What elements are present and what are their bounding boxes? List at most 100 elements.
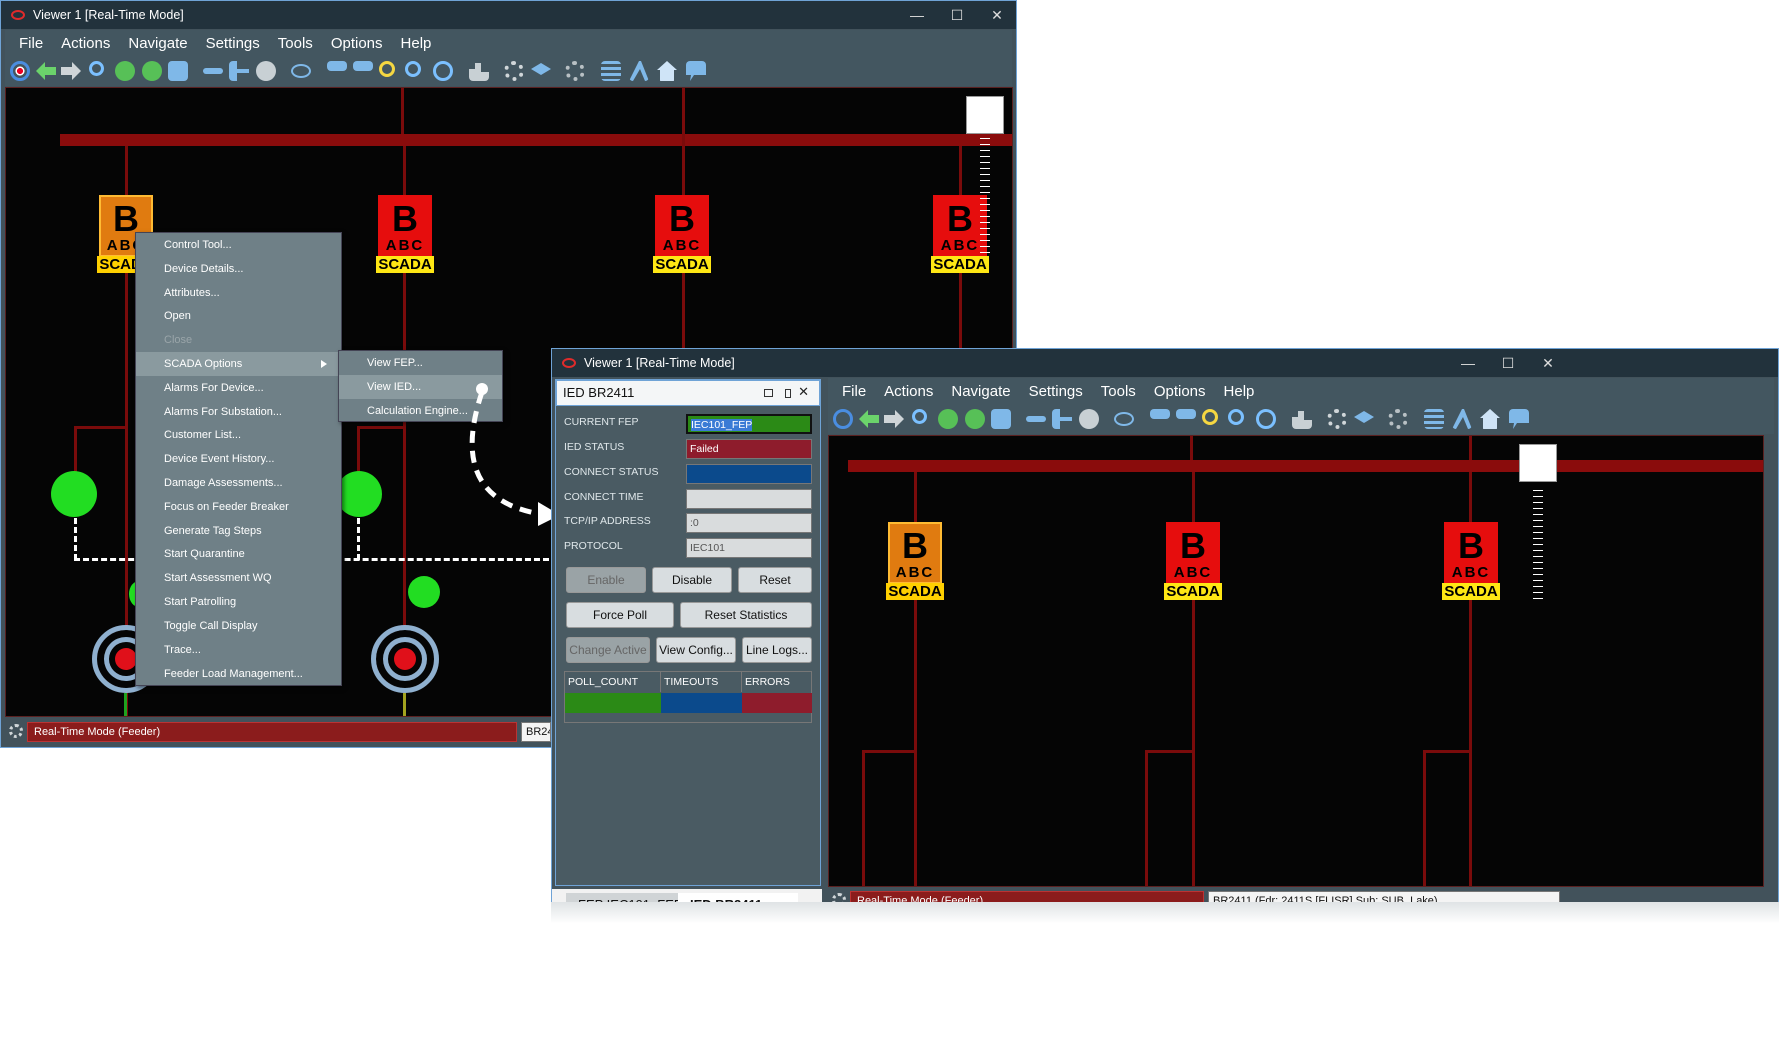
abc-refresh-icon[interactable] bbox=[433, 61, 453, 81]
home-icon[interactable] bbox=[657, 61, 677, 81]
menu-item-feeder-load[interactable]: Feeder Load Management... bbox=[136, 662, 341, 686]
target-icon[interactable] bbox=[833, 409, 853, 429]
chart-icon[interactable] bbox=[469, 63, 489, 81]
chart-icon[interactable] bbox=[1292, 411, 1312, 429]
menu-item-start-patrolling[interactable]: Start Patrolling bbox=[136, 590, 341, 614]
menu-file[interactable]: File bbox=[842, 383, 866, 400]
forward-arrow-icon[interactable] bbox=[61, 62, 81, 80]
menu-settings[interactable]: Settings bbox=[206, 35, 260, 52]
forward-arrow-icon[interactable] bbox=[884, 410, 904, 428]
pan-control[interactable] bbox=[966, 96, 1004, 134]
connect-icon[interactable] bbox=[1026, 416, 1046, 422]
switch-icon[interactable] bbox=[336, 471, 382, 517]
tree-icon[interactable] bbox=[229, 61, 249, 81]
zoom-out-icon[interactable] bbox=[405, 61, 421, 77]
switch-icon[interactable] bbox=[51, 471, 97, 517]
menu-item-toggle-call-display[interactable]: Toggle Call Display bbox=[136, 614, 341, 638]
force-poll-button[interactable]: Force Poll bbox=[566, 602, 674, 628]
menu-item-start-assessment[interactable]: Start Assessment WQ bbox=[136, 566, 341, 590]
status-gear-icon[interactable] bbox=[9, 724, 23, 738]
settings-gears-icon[interactable] bbox=[1388, 409, 1408, 429]
capacitor-icon[interactable] bbox=[408, 576, 440, 608]
menu-item-scada-options[interactable]: SCADA Options bbox=[136, 352, 341, 376]
substation-icon[interactable] bbox=[371, 625, 439, 693]
menu-item-trace[interactable]: Trace... bbox=[136, 638, 341, 662]
abc-refresh-icon[interactable] bbox=[1256, 409, 1276, 429]
menu-navigate[interactable]: Navigate bbox=[128, 35, 187, 52]
menu-settings[interactable]: Settings bbox=[1029, 383, 1083, 400]
abc-plus-icon[interactable] bbox=[1150, 409, 1170, 419]
gear-icon[interactable] bbox=[504, 61, 524, 81]
message-icon[interactable] bbox=[686, 61, 706, 81]
globe-remove-icon[interactable] bbox=[142, 61, 162, 81]
float-icon[interactable] bbox=[764, 389, 773, 397]
globe-remove-icon[interactable] bbox=[965, 409, 985, 429]
back-arrow-icon[interactable] bbox=[36, 62, 56, 80]
close-icon[interactable]: ✕ bbox=[977, 1, 1017, 29]
breaker[interactable]: B ABC SCADA bbox=[376, 195, 434, 273]
menu-actions[interactable]: Actions bbox=[61, 35, 110, 52]
breaker[interactable]: B ABC SCADA bbox=[1442, 522, 1500, 600]
connect-icon[interactable] bbox=[203, 68, 223, 74]
panel-close-icon[interactable]: ✕ bbox=[798, 384, 809, 400]
close-icon[interactable]: ✕ bbox=[1528, 349, 1568, 377]
zoom-in-icon[interactable] bbox=[379, 61, 395, 77]
menu-actions[interactable]: Actions bbox=[884, 383, 933, 400]
zoom-slider[interactable] bbox=[980, 138, 990, 258]
network-icon[interactable] bbox=[629, 61, 649, 81]
menu-item-device-details[interactable]: Device Details... bbox=[136, 257, 341, 281]
camera-icon[interactable] bbox=[168, 61, 188, 81]
pin-icon[interactable] bbox=[785, 389, 791, 398]
menu-item-customer-list[interactable]: Customer List... bbox=[136, 423, 341, 447]
menu-item-damage-assessments[interactable]: Damage Assessments... bbox=[136, 471, 341, 495]
line-logs-button[interactable]: Line Logs... bbox=[742, 637, 812, 663]
search-icon[interactable] bbox=[912, 409, 927, 424]
menu-item-device-event-history[interactable]: Device Event History... bbox=[136, 447, 341, 471]
breaker-br2411[interactable]: B ABC SCADA bbox=[886, 522, 944, 600]
back-arrow-icon[interactable] bbox=[859, 410, 879, 428]
breaker[interactable]: B ABC SCADA bbox=[653, 195, 711, 273]
pan-control[interactable] bbox=[1519, 444, 1557, 482]
menu-file[interactable]: File bbox=[19, 35, 43, 52]
maximize-icon[interactable]: ☐ bbox=[1488, 349, 1528, 377]
mortarboard-icon[interactable] bbox=[531, 63, 551, 75]
visibility-icon[interactable] bbox=[291, 64, 311, 78]
view-config-button[interactable]: View Config... bbox=[656, 637, 736, 663]
globe-add-icon[interactable] bbox=[938, 409, 958, 429]
menu-item-control-tool[interactable]: Control Tool... bbox=[136, 233, 341, 257]
menu-tools[interactable]: Tools bbox=[1101, 383, 1136, 400]
menu-options[interactable]: Options bbox=[331, 35, 383, 52]
zoom-out-icon[interactable] bbox=[1228, 409, 1244, 425]
menu-navigate[interactable]: Navigate bbox=[951, 383, 1010, 400]
current-fep-field[interactable]: IEC101_FEP bbox=[686, 414, 812, 434]
zoom-in-icon[interactable] bbox=[1202, 409, 1218, 425]
menu-item-alarms-device[interactable]: Alarms For Device... bbox=[136, 376, 341, 400]
target-icon[interactable] bbox=[10, 61, 30, 81]
globe-add-icon[interactable] bbox=[115, 61, 135, 81]
world-icon[interactable] bbox=[256, 61, 276, 81]
menu-item-start-quarantine[interactable]: Start Quarantine bbox=[136, 542, 341, 566]
menu-item-view-fep[interactable]: View FEP... bbox=[339, 351, 502, 375]
message-icon[interactable] bbox=[1509, 409, 1529, 429]
menu-options[interactable]: Options bbox=[1154, 383, 1206, 400]
mortarboard-icon[interactable] bbox=[1354, 411, 1374, 423]
menu-item-open[interactable]: Open bbox=[136, 304, 341, 328]
menu-item-focus-feeder[interactable]: Focus on Feeder Breaker bbox=[136, 495, 341, 519]
world-icon[interactable] bbox=[1079, 409, 1099, 429]
list-icon[interactable] bbox=[601, 61, 621, 81]
network-icon[interactable] bbox=[1452, 409, 1472, 429]
abc-minus-icon[interactable] bbox=[1176, 409, 1196, 419]
minimize-icon[interactable]: — bbox=[1448, 349, 1488, 377]
settings-gears-icon[interactable] bbox=[565, 61, 585, 81]
menu-item-alarms-substation[interactable]: Alarms For Substation... bbox=[136, 400, 341, 424]
menu-item-attributes[interactable]: Attributes... bbox=[136, 281, 341, 305]
tree-icon[interactable] bbox=[1052, 409, 1072, 429]
abc-minus-icon[interactable] bbox=[353, 61, 373, 71]
minimize-icon[interactable]: — bbox=[897, 1, 937, 29]
home-icon[interactable] bbox=[1480, 409, 1500, 429]
breaker[interactable]: B ABC SCADA bbox=[1164, 522, 1222, 600]
visibility-icon[interactable] bbox=[1114, 412, 1134, 426]
disable-button[interactable]: Disable bbox=[652, 567, 732, 593]
reset-button[interactable]: Reset bbox=[738, 567, 812, 593]
gear-icon[interactable] bbox=[1327, 409, 1347, 429]
